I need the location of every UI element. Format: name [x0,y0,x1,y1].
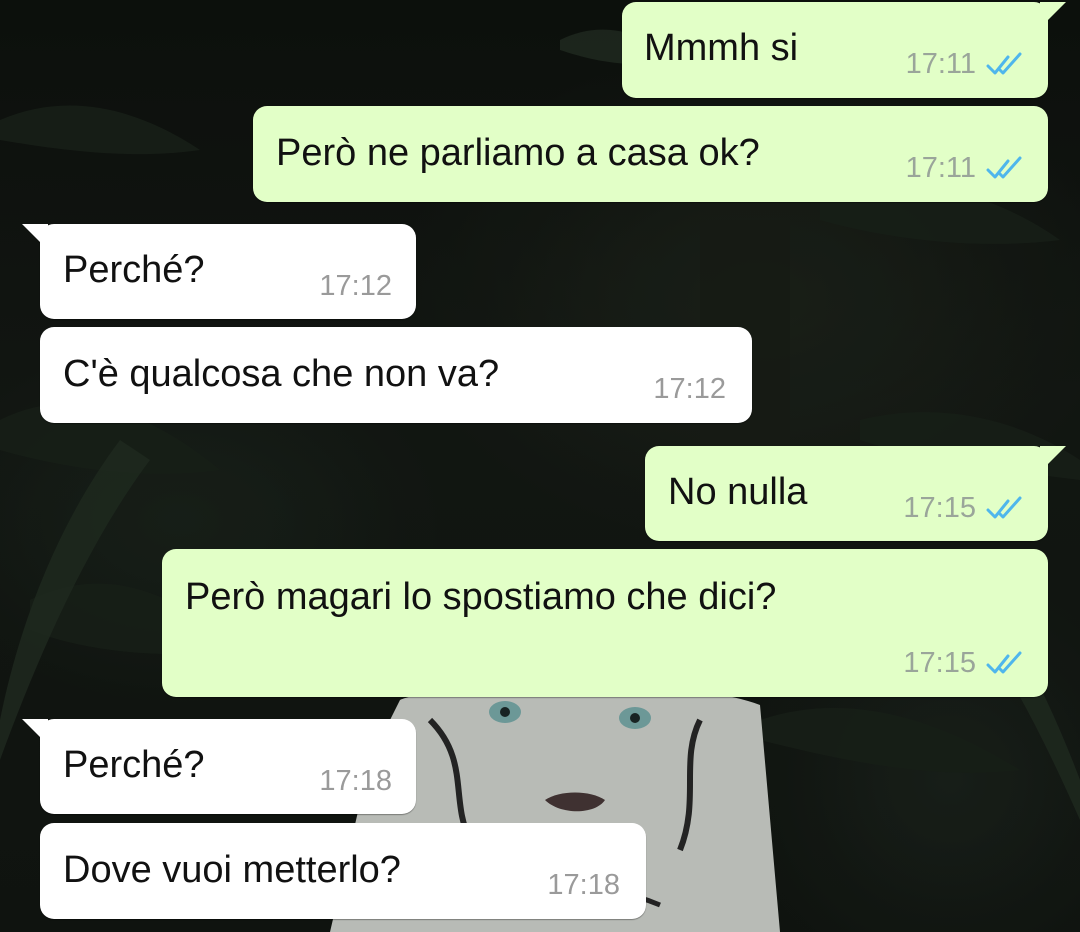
message-bubble-incoming[interactable]: C'è qualcosa che non va? 17:12 [40,327,752,423]
message-bubble-incoming[interactable]: Perché? 17:18 [40,719,416,814]
message-meta: 17:12 [653,373,726,406]
message-time: 17:12 [319,270,392,302]
message-time: 17:15 [903,492,976,524]
message-text: C'è qualcosa che non va? [63,353,500,395]
message-text: No nulla [668,471,808,513]
message-time: 17:12 [653,373,726,405]
message-bubble-outgoing[interactable]: Però magari lo spostiamo che dici? 17:15 [162,549,1048,697]
message-meta: 17:11 [906,152,1026,185]
message-time: 17:15 [903,647,976,679]
message-text: Dove vuoi metterlo? [63,849,401,891]
double-check-icon [986,496,1022,518]
message-bubble-outgoing[interactable]: No nulla 17:15 [645,446,1048,541]
message-text: Perché? [63,249,205,291]
bubble-tail [22,719,48,745]
message-meta: 17:15 [903,492,1026,525]
bubble-tail [22,224,48,250]
message-text: Mmmh si [644,27,799,69]
message-text: Però magari lo spostiamo che dici? [185,576,777,618]
message-meta: 17:18 [547,869,620,902]
message-bubble-incoming[interactable]: Dove vuoi metterlo? 17:18 [40,823,646,919]
bubble-tail [1040,446,1066,472]
message-bubble-outgoing[interactable]: Però ne parliamo a casa ok? 17:11 [253,106,1048,202]
message-meta: 17:12 [319,270,392,303]
message-time: 17:11 [905,48,976,80]
message-time: 17:18 [547,869,620,901]
message-time: 17:18 [319,765,392,797]
message-text: Perché? [63,744,205,786]
message-bubble-incoming[interactable]: Perché? 17:12 [40,224,416,319]
message-time: 17:11 [905,152,976,184]
message-text: Però ne parliamo a casa ok? [276,132,760,174]
double-check-icon [986,156,1022,178]
message-meta: 17:18 [319,765,392,798]
double-check-icon [986,651,1022,673]
message-meta: 17:15 [903,647,1026,680]
double-check-icon [986,52,1022,74]
message-bubble-outgoing[interactable]: Mmmh si 17:11 [622,2,1048,98]
bubble-tail [1040,2,1066,28]
message-meta: 17:11 [906,48,1026,81]
